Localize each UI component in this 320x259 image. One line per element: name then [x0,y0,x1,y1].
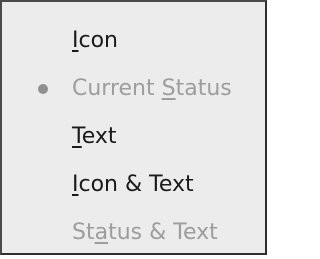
menu-item-label: Icon [72,28,118,53]
menu-item-text[interactable]: Text [2,114,265,160]
mnemonic-letter: S [161,76,176,101]
mnemonic-letter: a [94,220,109,245]
menu-item-icon[interactable]: Icon [2,18,265,64]
menu-item-status-and-text[interactable]: Status & Text [2,210,265,256]
menu-item-label: Icon & Text [72,172,194,197]
menu-item-label: Status & Text [72,220,218,245]
mnemonic-letter: T [72,124,82,149]
menu-item-current-status[interactable]: Current Status [2,66,265,112]
menu-item-label: Current Status [72,76,232,101]
menu-item-label: Text [72,124,117,149]
toolbar-style-menu: Icon Current Status Text Icon & Text Sta… [0,0,267,255]
radio-bullet-icon [38,84,48,94]
menu-item-icon-and-text[interactable]: Icon & Text [2,162,265,208]
